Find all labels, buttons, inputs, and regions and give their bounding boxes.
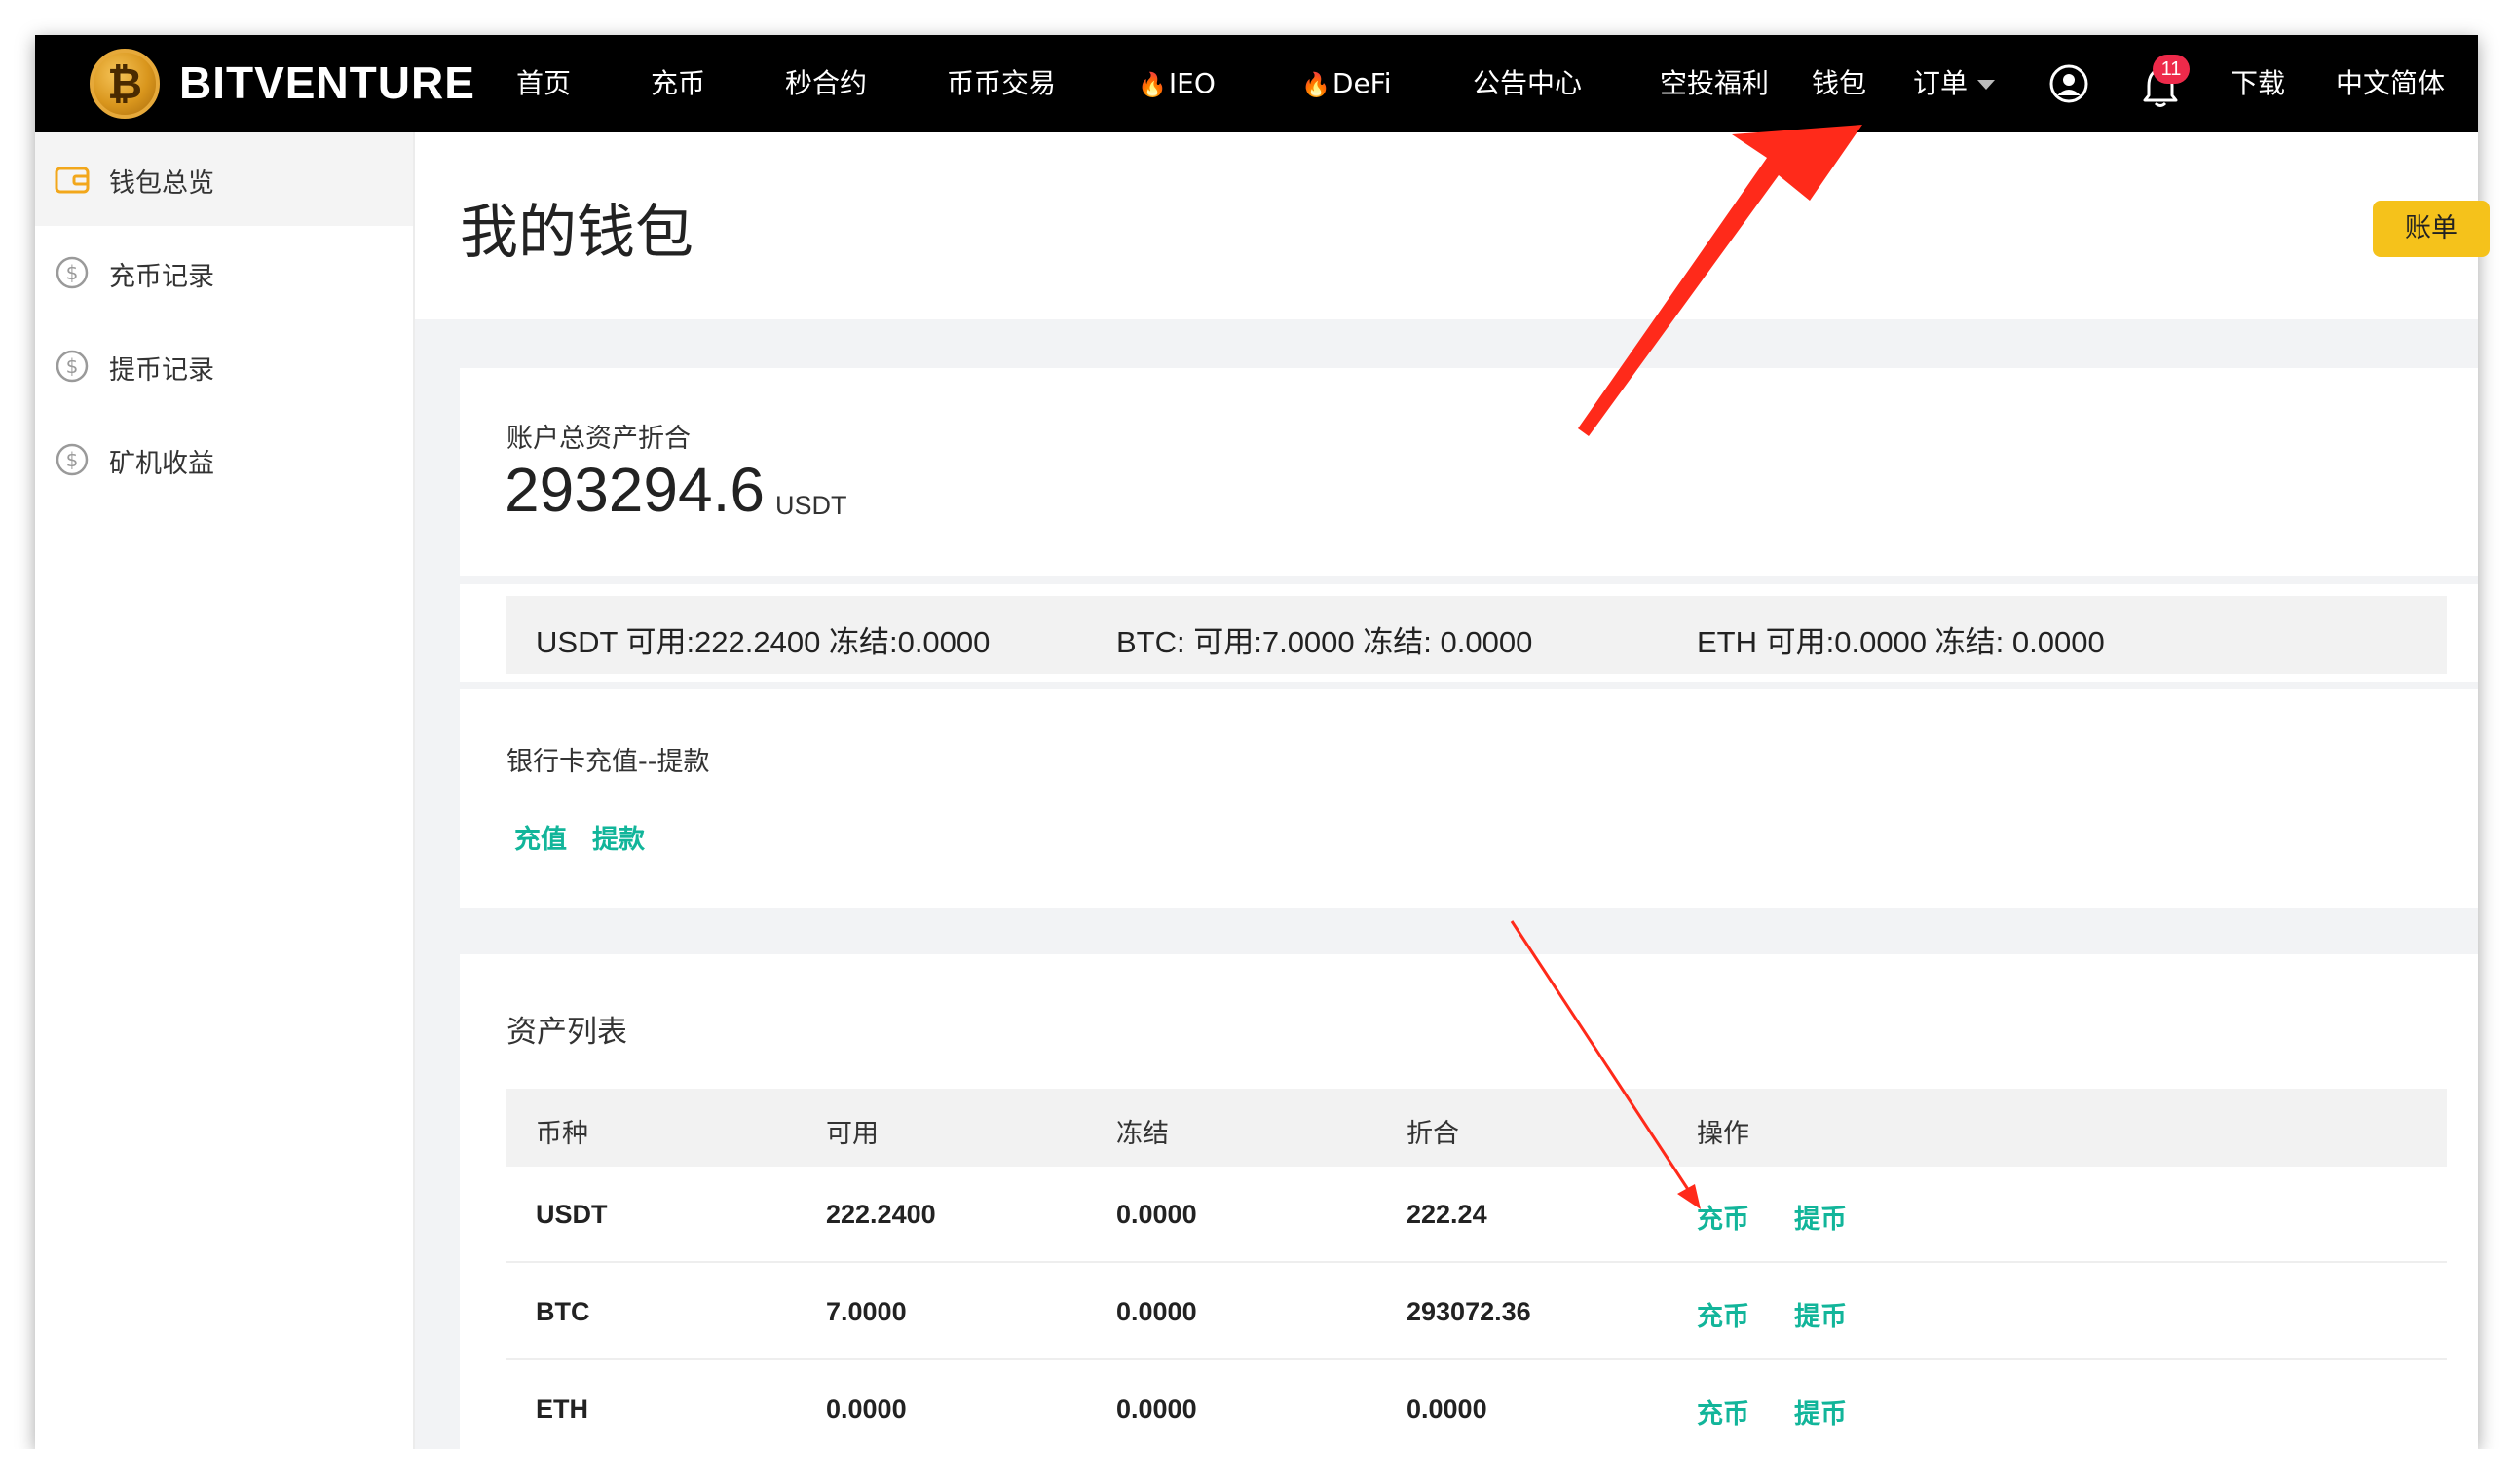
sidebar-item-label: 提币记录 bbox=[109, 355, 214, 386]
column-header-coin: 币种 bbox=[536, 1119, 588, 1149]
user-account-icon[interactable] bbox=[2049, 64, 2088, 103]
row-divider bbox=[506, 1261, 2447, 1263]
balance-usdt: USDT 可用:222.2400 冻结:0.0000 bbox=[536, 625, 991, 659]
bank-card-section bbox=[460, 689, 2478, 908]
balance-btc: BTC: 可用:7.0000 冻结: 0.0000 bbox=[1116, 625, 1533, 659]
chevron-down-icon bbox=[1977, 80, 1996, 90]
window-bottom-margin bbox=[0, 1449, 2513, 1484]
cell-coin: ETH bbox=[536, 1394, 588, 1424]
fire-icon: 🔥 bbox=[1138, 71, 1167, 98]
nav-defi[interactable]: 🔥DeFi bbox=[1301, 35, 1392, 132]
column-header-equivalent: 折合 bbox=[1407, 1119, 1459, 1149]
total-assets-value: 293294.6 bbox=[505, 455, 765, 525]
top-navbar: ₿ BITVENTURE 首页 充币 秒合约 币币交易 🔥IEO 🔥DeFi 公… bbox=[35, 35, 2478, 132]
dollar-circle-icon: $ bbox=[56, 256, 89, 289]
bill-button[interactable]: 账单 bbox=[2373, 201, 2490, 257]
nav-wallet[interactable]: 钱包 bbox=[1812, 35, 1866, 132]
withdraw-coin-link-usdt[interactable]: 提币 bbox=[1794, 1198, 1847, 1236]
nav-airdrop[interactable]: 空投福利 bbox=[1660, 35, 1769, 132]
sidebar-item-withdraw-records[interactable]: $ 提币记录 bbox=[35, 319, 413, 413]
nav-ieo-label: IEO bbox=[1168, 67, 1216, 99]
cell-equivalent: 0.0000 bbox=[1407, 1394, 1487, 1424]
dollar-circle-icon: $ bbox=[56, 350, 89, 383]
fire-icon: 🔥 bbox=[1301, 71, 1331, 98]
nav-orders[interactable]: 订单 bbox=[1913, 35, 1996, 132]
dollar-circle-icon: $ bbox=[56, 443, 89, 476]
svg-text:$: $ bbox=[66, 448, 79, 471]
balance-eth: ETH 可用:0.0000 冻结: 0.0000 bbox=[1697, 625, 2105, 659]
svg-text:$: $ bbox=[66, 261, 79, 284]
nav-spot-trading[interactable]: 币币交易 bbox=[947, 35, 1056, 132]
cell-available: 0.0000 bbox=[826, 1394, 907, 1424]
sidebar-item-deposit-records[interactable]: $ 充币记录 bbox=[35, 226, 413, 319]
nav-announcements[interactable]: 公告中心 bbox=[1473, 35, 1582, 132]
row-divider bbox=[506, 1358, 2447, 1360]
nav-ieo[interactable]: 🔥IEO bbox=[1138, 35, 1216, 132]
column-header-frozen: 冻结 bbox=[1116, 1119, 1169, 1149]
language-selector[interactable]: 中文简体 bbox=[2336, 35, 2445, 132]
deposit-coin-link-eth[interactable]: 充币 bbox=[1697, 1392, 1749, 1430]
cell-coin: USDT bbox=[536, 1200, 608, 1229]
cell-equivalent: 222.24 bbox=[1407, 1200, 1487, 1229]
cell-available: 7.0000 bbox=[826, 1297, 907, 1326]
nav-home[interactable]: 首页 bbox=[516, 35, 571, 132]
brand-name[interactable]: BITVENTURE bbox=[179, 56, 475, 109]
cell-frozen: 0.0000 bbox=[1116, 1394, 1197, 1424]
nav-download[interactable]: 下载 bbox=[2231, 35, 2285, 132]
cell-coin: BTC bbox=[536, 1297, 590, 1326]
wallet-icon bbox=[55, 167, 90, 194]
cell-frozen: 0.0000 bbox=[1116, 1297, 1197, 1326]
nav-orders-label: 订单 bbox=[1913, 67, 1969, 99]
assets-table-header bbox=[506, 1089, 2447, 1167]
column-header-actions: 操作 bbox=[1697, 1119, 1749, 1149]
cell-frozen: 0.0000 bbox=[1116, 1200, 1197, 1229]
nav-defi-label: DeFi bbox=[1332, 67, 1392, 99]
svg-text:$: $ bbox=[66, 354, 79, 378]
withdraw-coin-link-btc[interactable]: 提币 bbox=[1794, 1295, 1847, 1333]
column-header-available: 可用 bbox=[826, 1119, 879, 1149]
page-header bbox=[415, 132, 2478, 319]
bank-deposit-link[interactable]: 充值 bbox=[514, 818, 567, 856]
sidebar-item-mining-income[interactable]: $ 矿机收益 bbox=[35, 413, 413, 506]
notification-badge: 11 bbox=[2153, 55, 2190, 84]
withdraw-coin-link-eth[interactable]: 提币 bbox=[1794, 1392, 1847, 1430]
deposit-coin-link-usdt[interactable]: 充币 bbox=[1697, 1198, 1749, 1236]
page-title: 我的钱包 bbox=[460, 199, 694, 267]
cell-equivalent: 293072.36 bbox=[1407, 1297, 1531, 1326]
sidebar-item-label: 充币记录 bbox=[109, 262, 214, 292]
sidebar-item-label: 钱包总览 bbox=[109, 168, 214, 199]
bank-section-title: 银行卡充值--提款 bbox=[506, 747, 710, 777]
bitcoin-logo-icon[interactable]: ₿ bbox=[90, 49, 160, 119]
deposit-coin-link-btc[interactable]: 充币 bbox=[1697, 1295, 1749, 1333]
nav-second-contract[interactable]: 秒合约 bbox=[785, 35, 867, 132]
sidebar-item-label: 矿机收益 bbox=[109, 449, 214, 479]
bank-withdraw-link[interactable]: 提款 bbox=[592, 818, 645, 856]
assets-list-title: 资产列表 bbox=[506, 1015, 627, 1050]
sidebar-item-wallet-overview[interactable]: 钱包总览 bbox=[35, 132, 413, 226]
total-assets-unit: USDT bbox=[775, 491, 847, 520]
nav-deposit[interactable]: 充币 bbox=[651, 35, 705, 132]
cell-available: 222.2400 bbox=[826, 1200, 936, 1229]
total-assets-label: 账户总资产折合 bbox=[506, 424, 691, 454]
